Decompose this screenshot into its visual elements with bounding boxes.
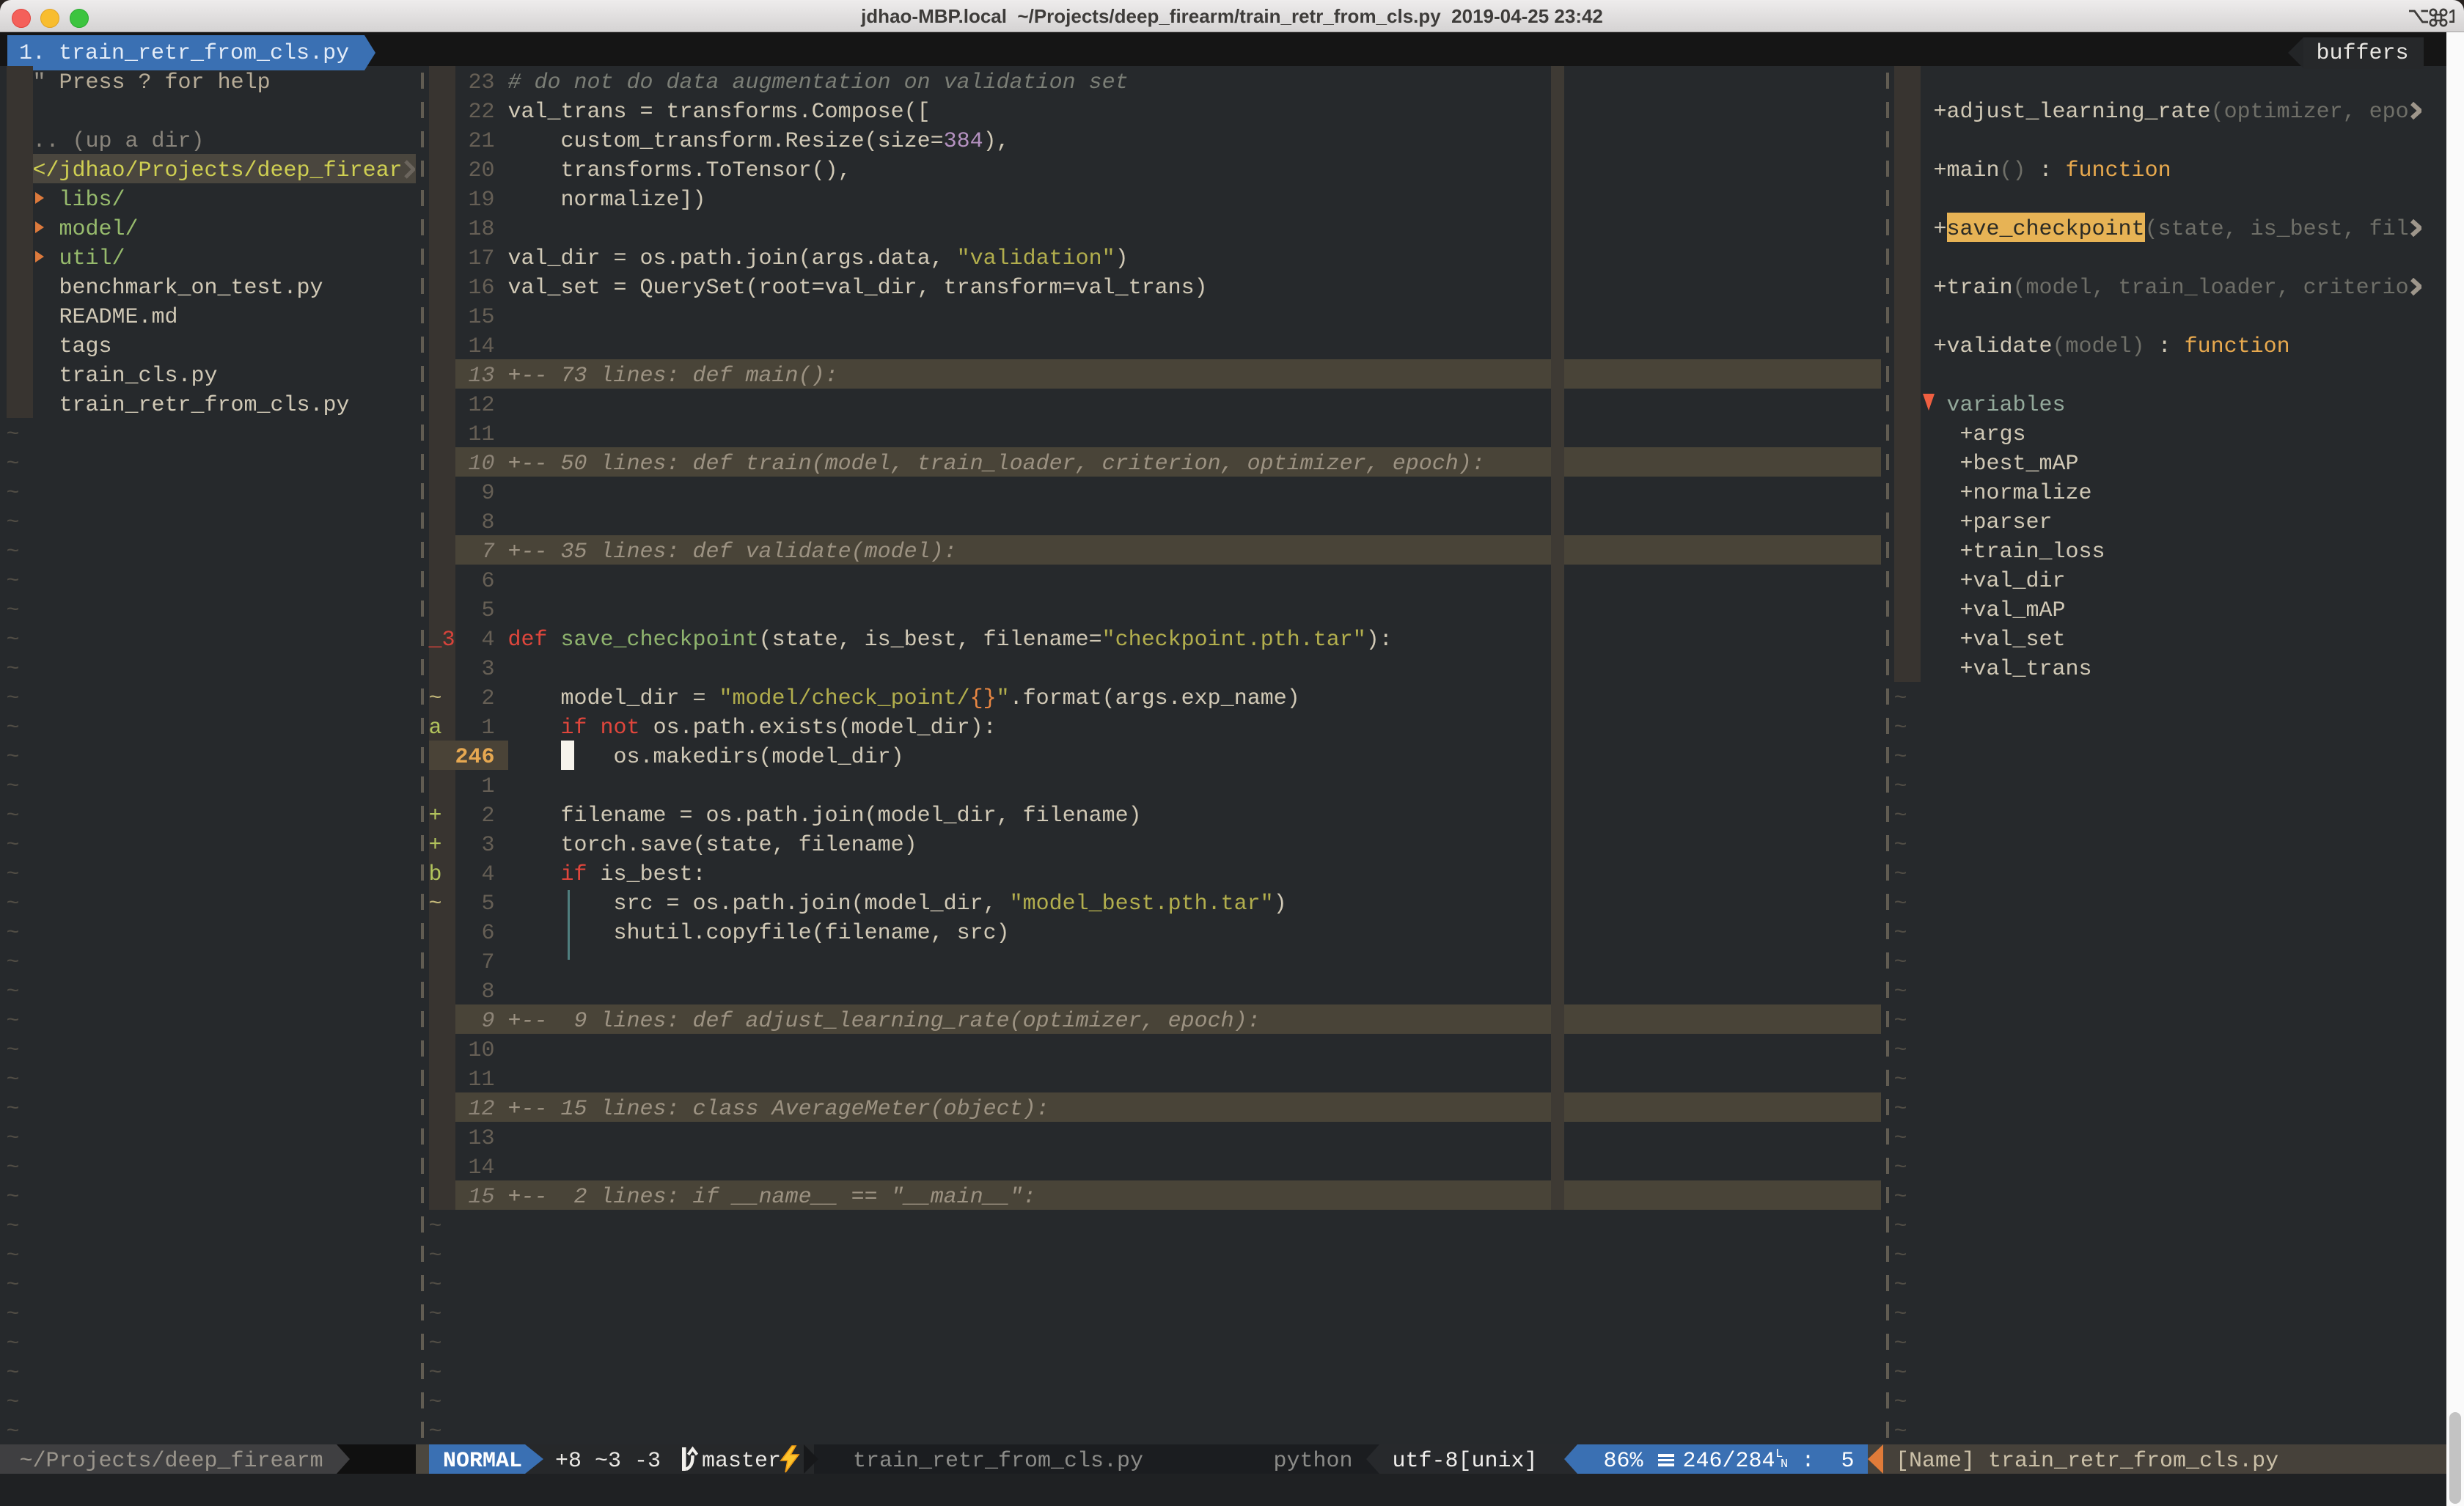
svg-text:1: 1 xyxy=(2449,5,2455,27)
